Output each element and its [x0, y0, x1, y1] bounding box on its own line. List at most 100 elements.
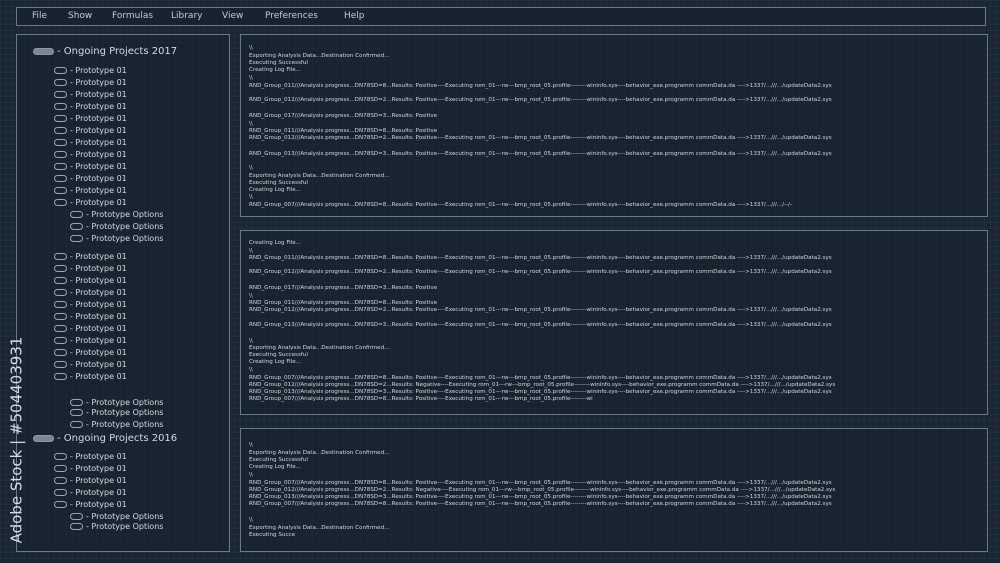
tree-item-label: - Prototype 01 [70, 114, 127, 123]
tree-item-prototype[interactable]: - Prototype 01 [54, 323, 127, 335]
node-toggle-icon[interactable] [70, 211, 83, 218]
node-toggle-icon[interactable] [54, 277, 67, 284]
node-toggle-icon[interactable] [70, 409, 83, 416]
log-line: RND_Group_011///Analysis progress...DN78… [249, 300, 438, 306]
tree-item-prototype[interactable]: - Prototype 01 [54, 197, 127, 209]
node-toggle-icon[interactable] [54, 139, 67, 146]
tree-item-prototype[interactable]: - Prototype 01 [54, 113, 127, 125]
node-toggle-icon[interactable] [70, 399, 83, 406]
tree-item-label: - Prototype 01 [70, 324, 127, 333]
tree-item-prototype[interactable]: - Prototype 01 [54, 185, 127, 197]
node-toggle-icon[interactable] [54, 91, 67, 98]
node-toggle-icon[interactable] [54, 265, 67, 272]
node-toggle-icon[interactable] [54, 373, 67, 380]
tree-item-prototype[interactable]: - Prototype 01 [54, 77, 127, 89]
collapse-toggle-icon[interactable] [33, 434, 54, 442]
node-toggle-icon[interactable] [70, 223, 83, 230]
node-toggle-icon[interactable] [54, 301, 67, 308]
menu-help[interactable]: Help [344, 11, 365, 21]
tree-item-options[interactable]: - Prototype Options [70, 221, 163, 233]
tree-item-prototype[interactable]: - Prototype 01 [54, 335, 127, 347]
menu-formulas[interactable]: Formulas [112, 11, 153, 21]
tree-item-label: - Prototype 01 [70, 372, 127, 381]
node-toggle-icon[interactable] [54, 501, 67, 508]
tree-group-label: - Ongoing Projects 2017 [57, 46, 178, 57]
tree-item-prototype[interactable]: - Prototype 01 [54, 287, 127, 299]
node-toggle-icon[interactable] [54, 349, 67, 356]
tree-item-prototype[interactable]: - Prototype 01 [54, 251, 127, 263]
node-toggle-icon[interactable] [54, 465, 67, 472]
node-toggle-icon[interactable] [54, 127, 67, 134]
tree-item-prototype[interactable]: - Prototype 01 [54, 173, 127, 185]
node-toggle-icon[interactable] [54, 163, 67, 170]
log-line: \\ [249, 45, 253, 51]
tree-item-prototype[interactable]: - Prototype 01 [54, 101, 127, 113]
node-toggle-icon[interactable] [54, 489, 67, 496]
menu-show[interactable]: Show [68, 11, 92, 21]
log-line: Executing Successful [249, 60, 308, 66]
menu-preferences[interactable]: Preferences [265, 11, 318, 21]
tree-item-prototype[interactable]: - Prototype 01 [54, 299, 127, 311]
tree-item-options[interactable]: - Prototype Options [70, 233, 163, 245]
tree-item-label: - Prototype 01 [70, 174, 127, 183]
tree-item-prototype[interactable]: - Prototype 01 [54, 499, 127, 511]
tree-item-prototype[interactable]: - Prototype 01 [54, 451, 127, 463]
log-line: \\ [249, 248, 253, 254]
tree-item-label: - Prototype 01 [70, 476, 127, 485]
node-toggle-icon[interactable] [54, 199, 67, 206]
node-toggle-icon[interactable] [54, 289, 67, 296]
tree-item-prototype[interactable]: - Prototype 01 [54, 359, 127, 371]
tree-item-options[interactable]: - Prototype Options [70, 209, 163, 221]
log-console-3[interactable]: \\ Exporting Analysis Data...Destination… [240, 428, 988, 552]
tree-item-options[interactable]: - Prototype Options [70, 407, 163, 419]
node-toggle-icon[interactable] [54, 361, 67, 368]
tree-item-prototype[interactable]: - Prototype 01 [54, 311, 127, 323]
tree-group-2017[interactable]: - Ongoing Projects 2017 [33, 46, 177, 58]
tree-item-prototype[interactable]: - Prototype 01 [54, 161, 127, 173]
tree-item-label: - Prototype 01 [70, 90, 127, 99]
tree-item-prototype[interactable]: - Prototype 01 [54, 371, 127, 383]
node-toggle-icon[interactable] [54, 453, 67, 460]
node-toggle-icon[interactable] [54, 325, 67, 332]
tree-item-prototype[interactable]: - Prototype 01 [54, 487, 127, 499]
tree-item-prototype[interactable]: - Prototype 01 [54, 125, 127, 137]
log-console-2[interactable]: Creating Log File... \\ RND_Group_011///… [240, 230, 988, 415]
menu-file[interactable]: File [32, 11, 47, 21]
node-toggle-icon[interactable] [54, 79, 67, 86]
node-toggle-icon[interactable] [54, 151, 67, 158]
log-line: RND_Group_012///Analysis progress...DN78… [249, 135, 832, 141]
menu-library[interactable]: Library [171, 11, 202, 21]
node-toggle-icon[interactable] [54, 115, 67, 122]
node-toggle-icon[interactable] [70, 523, 83, 530]
log-line: \\ [249, 442, 253, 448]
log-line: RND_Group_011///Analysis progress...DN78… [249, 255, 832, 261]
node-toggle-icon[interactable] [54, 67, 67, 74]
node-toggle-icon[interactable] [70, 235, 83, 242]
tree-item-label: - Prototype 01 [70, 264, 127, 273]
tree-item-prototype[interactable]: - Prototype 01 [54, 137, 127, 149]
tree-item-options[interactable]: - Prototype Options [70, 521, 163, 533]
tree-item-prototype[interactable]: - Prototype 01 [54, 149, 127, 161]
tree-item-label: - Prototype 01 [70, 300, 127, 309]
tree-item-prototype[interactable]: - Prototype 01 [54, 65, 127, 77]
node-toggle-icon[interactable] [54, 175, 67, 182]
tree-item-prototype[interactable]: - Prototype 01 [54, 275, 127, 287]
menu-view[interactable]: View [222, 11, 243, 21]
node-toggle-icon[interactable] [54, 477, 67, 484]
tree-item-options[interactable]: - Prototype Options [70, 419, 163, 431]
tree-item-prototype[interactable]: - Prototype 01 [54, 475, 127, 487]
tree-item-prototype[interactable]: - Prototype 01 [54, 463, 127, 475]
node-toggle-icon[interactable] [54, 313, 67, 320]
node-toggle-icon[interactable] [54, 253, 67, 260]
tree-item-prototype[interactable]: - Prototype 01 [54, 347, 127, 359]
collapse-toggle-icon[interactable] [33, 47, 54, 55]
node-toggle-icon[interactable] [70, 513, 83, 520]
node-toggle-icon[interactable] [54, 187, 67, 194]
node-toggle-icon[interactable] [54, 337, 67, 344]
tree-group-2016[interactable]: - Ongoing Projects 2016 [33, 433, 177, 445]
node-toggle-icon[interactable] [54, 103, 67, 110]
tree-item-prototype[interactable]: - Prototype 01 [54, 89, 127, 101]
node-toggle-icon[interactable] [70, 421, 83, 428]
log-console-1[interactable]: \\ Exporting Analysis Data...Destination… [240, 34, 988, 217]
tree-item-prototype[interactable]: - Prototype 01 [54, 263, 127, 275]
